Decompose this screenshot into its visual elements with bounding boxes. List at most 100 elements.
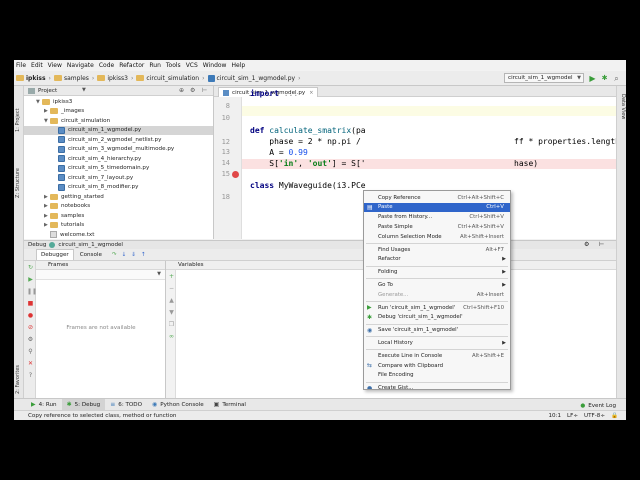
- tree-item[interactable]: circuit_sim_1_wgmodel.py: [24, 125, 213, 135]
- menu-item-file-encoding[interactable]: File Encoding: [364, 371, 510, 380]
- pin-icon[interactable]: ⚲: [27, 349, 34, 355]
- menu-item-run-circuit-sim-1-wgmodel[interactable]: ▶ Run 'circuit_sim_1_wgmodel' Ctrl+Shift+F…: [364, 303, 510, 312]
- tree-item[interactable]: ▶ samples: [24, 211, 213, 220]
- move-down-icon[interactable]: ▼: [168, 310, 175, 316]
- stop-icon[interactable]: ■: [27, 301, 34, 307]
- chevron-right-icon: ›: [131, 74, 134, 82]
- tree-item[interactable]: circuit_sim_5_timedomain.py: [24, 164, 213, 173]
- menu-window[interactable]: Window: [203, 62, 227, 69]
- menu-item-local-history[interactable]: Local History ▶: [364, 338, 510, 347]
- menu-item-column-selection-mode[interactable]: Column Selection Mode Alt+Shift+Insert: [364, 232, 510, 241]
- search-icon[interactable]: ⌕: [612, 74, 621, 83]
- lock-icon[interactable]: 🔒: [611, 413, 618, 419]
- tree-item[interactable]: circuit_sim_3_wgmodel_multimode.py: [24, 145, 213, 154]
- tab-console[interactable]: Console: [76, 249, 106, 260]
- remove-watch-icon[interactable]: −: [168, 286, 175, 292]
- pause-icon[interactable]: ❚❚: [27, 289, 37, 295]
- view-breakpoints-icon[interactable]: ●: [27, 313, 34, 319]
- breadcrumb-ipkiss[interactable]: ipkiss ›: [16, 75, 51, 82]
- breakpoint-icon[interactable]: [232, 171, 239, 178]
- menu-edit[interactable]: Edit: [31, 62, 43, 69]
- add-watch-icon[interactable]: +: [168, 274, 175, 280]
- menu-item-copy-reference[interactable]: Copy Reference Ctrl+Alt+Shift+C: [364, 193, 510, 202]
- tree-item-label: circuit_simulation: [61, 117, 111, 124]
- breadcrumb-file[interactable]: circuit_sim_1_wgmodel.py ›: [207, 74, 300, 82]
- hide-icon[interactable]: ⊢: [599, 241, 604, 248]
- menu-item-folding[interactable]: Folding ▶: [364, 268, 510, 277]
- step-into-my-code-icon[interactable]: ⇓: [131, 252, 136, 258]
- rerun-icon[interactable]: ↻: [27, 265, 34, 271]
- tree-item[interactable]: ▶ getting_started: [24, 192, 213, 201]
- menu-item-paste[interactable]: ▤ Paste Ctrl+V: [364, 202, 510, 212]
- project-view-select[interactable]: Project: [38, 88, 57, 94]
- tool-python-console[interactable]: ◉ Python Console: [147, 399, 209, 410]
- thread-select[interactable]: ▼: [36, 270, 165, 280]
- menu-run[interactable]: Run: [149, 62, 161, 69]
- run-icon[interactable]: ▶: [588, 74, 597, 83]
- data-view-tool-tab[interactable]: Data View: [618, 94, 626, 134]
- tool-debug[interactable]: ✱ 5: Debug: [61, 399, 106, 410]
- step-into-icon[interactable]: ↓: [122, 252, 127, 258]
- menu-item-execute-line-in-console[interactable]: Execute Line in Console Alt+Shift+E: [364, 351, 510, 360]
- menu-help[interactable]: Help: [231, 62, 245, 69]
- close-icon[interactable]: ×: [309, 90, 313, 96]
- menu-refactor[interactable]: Refactor: [119, 62, 144, 69]
- tree-item[interactable]: ▼ circuit_simulation: [24, 116, 213, 125]
- tree-item[interactable]: welcome.txt: [24, 230, 213, 239]
- help-icon[interactable]: ?: [27, 373, 34, 379]
- mute-breakpoints-icon[interactable]: ⊘: [27, 325, 34, 331]
- run-configuration-select[interactable]: circuit_sim_1_wgmodel ▼: [504, 73, 584, 83]
- menu-tools[interactable]: Tools: [166, 62, 181, 69]
- tree-item[interactable]: circuit_sim_4_hierarchy.py: [24, 154, 213, 163]
- copy-icon[interactable]: ❐: [168, 322, 175, 328]
- menu-file[interactable]: File: [16, 62, 26, 69]
- step-over-icon[interactable]: ↷: [112, 252, 117, 258]
- menu-navigate[interactable]: Navigate: [67, 62, 94, 69]
- tree-item[interactable]: circuit_sim_7_layout.py: [24, 173, 213, 182]
- settings-icon[interactable]: ⚙: [584, 241, 589, 248]
- breadcrumb-circuit-simulation[interactable]: circuit_simulation ›: [136, 75, 205, 82]
- move-up-icon[interactable]: ▲: [168, 298, 175, 304]
- chevron-down-icon[interactable]: ▼: [82, 87, 86, 93]
- close-icon[interactable]: ✕: [27, 361, 34, 367]
- project-tool-tab[interactable]: 1: Project: [15, 92, 23, 132]
- file-encoding[interactable]: UTF-8÷: [584, 413, 605, 419]
- menu-item-paste-from-history[interactable]: Paste from History... Ctrl+Shift+V: [364, 213, 510, 222]
- tree-item[interactable]: ▶ notebooks: [24, 202, 213, 211]
- debug-icon[interactable]: ✱: [600, 74, 609, 83]
- tree-item[interactable]: circuit_sim_8_modifier.py: [24, 183, 213, 192]
- folder-icon: [50, 193, 58, 200]
- menu-item-debug-circuit-sim-1-wgmodel[interactable]: ✱ Debug 'circuit_sim_1_wgmodel': [364, 313, 510, 322]
- tree-item[interactable]: ▶ tutorials: [24, 221, 213, 230]
- tree-item[interactable]: ▼ ipkiss3: [24, 97, 213, 106]
- breadcrumb-ipkiss3[interactable]: ipkiss3 ›: [97, 75, 133, 82]
- structure-tool-tab[interactable]: Z: Structure: [15, 158, 23, 198]
- watch-icon[interactable]: ∞: [168, 334, 175, 340]
- resume-icon[interactable]: ▶: [27, 277, 34, 283]
- tool-terminal[interactable]: ▣ Terminal: [209, 399, 251, 410]
- menu-item-refactor[interactable]: Refactor ▶: [364, 255, 510, 264]
- menu-item-go-to[interactable]: Go To ▶: [364, 280, 510, 289]
- line-separator[interactable]: LF÷: [567, 413, 578, 419]
- tab-debugger[interactable]: Debugger: [36, 249, 74, 260]
- menu-item-save-circuit-sim-1-wgmodel[interactable]: ◉ Save 'circuit_sim_1_wgmodel': [364, 326, 510, 335]
- menu-item-paste-simple[interactable]: Paste Simple Ctrl+Alt+Shift+V: [364, 222, 510, 231]
- menu-item-compare-with-clipboard[interactable]: ⇆ Compare with Clipboard: [364, 361, 510, 370]
- cursor-position[interactable]: 10:1: [548, 413, 561, 419]
- tool-todo[interactable]: ≡ 6: TODO: [105, 399, 147, 410]
- menu-code[interactable]: Code: [99, 62, 114, 69]
- sync-icon[interactable]: ⊕: [179, 87, 184, 94]
- menu-item-create-gist[interactable]: ● Create Gist...: [364, 384, 510, 389]
- hide-icon[interactable]: ⊢: [202, 87, 207, 94]
- favorites-tool-tab[interactable]: 2: Favorites: [15, 354, 23, 394]
- menu-view[interactable]: View: [48, 62, 62, 69]
- menu-item-find-usages[interactable]: Find Usages Alt+F7: [364, 245, 510, 254]
- breadcrumb-samples[interactable]: samples ›: [53, 75, 94, 82]
- settings-icon[interactable]: ⚙: [190, 87, 195, 94]
- tool-run[interactable]: ▶ 4: Run: [26, 399, 62, 410]
- settings-icon[interactable]: ⚙: [27, 337, 34, 343]
- step-out-icon[interactable]: ↑: [141, 252, 146, 258]
- tree-item[interactable]: ▶ _images: [24, 107, 213, 116]
- menu-vcs[interactable]: VCS: [186, 62, 198, 69]
- tree-item[interactable]: circuit_sim_2_wgmodel_netlist.py: [24, 135, 213, 144]
